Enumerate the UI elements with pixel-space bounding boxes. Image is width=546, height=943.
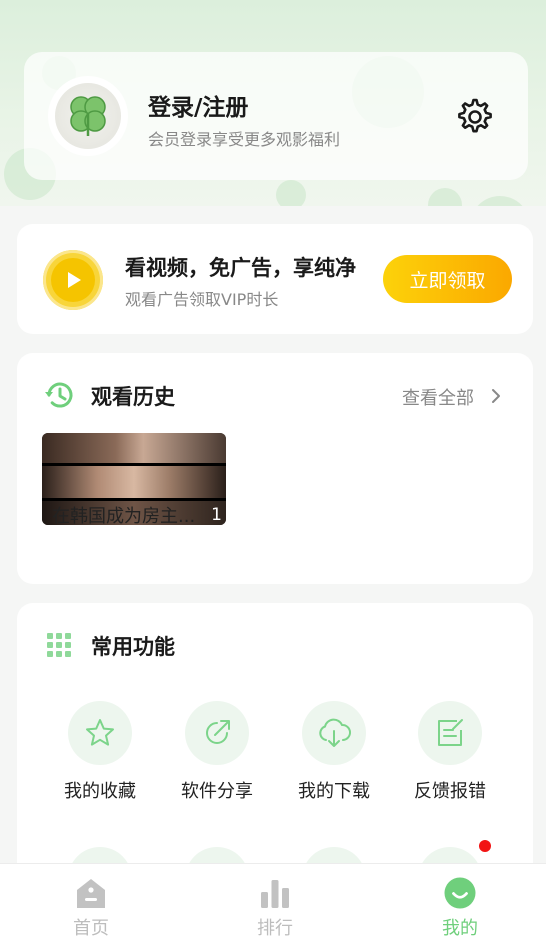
clover-icon [70, 96, 106, 136]
grid-icon [47, 633, 71, 657]
history-icon [45, 382, 73, 408]
tab-ranking-label: 排行 [257, 918, 293, 939]
tab-home-label: 首页 [73, 918, 109, 939]
vip-ad-card: 看视频，免广告，享纯净 观看广告领取VIP时长 立即领取 [17, 224, 533, 334]
feedback-button[interactable]: 反馈报错 [395, 701, 505, 803]
bottom-tab-bar: 首页 排行 我的 [0, 863, 546, 943]
gear-icon[interactable] [454, 96, 496, 138]
downloads-button[interactable]: 我的下载 [279, 701, 389, 803]
play-icon [43, 250, 103, 310]
cloud-download-icon [319, 718, 351, 747]
history-item-title[interactable]: 在韩国成为房主... [52, 502, 195, 528]
notification-dot [479, 840, 491, 852]
downloads-label: 我的下载 [298, 781, 370, 802]
home-icon [77, 879, 105, 908]
favorites-button[interactable]: 我的收藏 [45, 701, 155, 803]
share-icon [206, 720, 230, 744]
feedback-label: 反馈报错 [414, 781, 486, 802]
see-all-link[interactable]: 查看全部 [402, 384, 474, 410]
login-register-link[interactable]: 登录/注册 [148, 88, 248, 122]
watch-history-card: 观看历史 查看全部 1 在韩国成为房主... [17, 353, 533, 584]
chevron-right-icon[interactable] [490, 387, 502, 405]
smile-icon [444, 877, 476, 909]
share-app-button[interactable]: 软件分享 [162, 701, 272, 803]
share-app-label: 软件分享 [181, 781, 253, 802]
ad-subtitle: 观看广告领取VIP时长 [125, 290, 279, 309]
star-icon [86, 719, 114, 746]
tab-ranking[interactable]: 排行 [230, 876, 320, 940]
chart-icon [261, 880, 289, 908]
claim-button[interactable]: 立即领取 [383, 255, 512, 303]
avatar[interactable] [48, 76, 128, 156]
tab-home[interactable]: 首页 [46, 876, 136, 940]
profile-card[interactable]: 登录/注册 会员登录享受更多观影福利 [24, 52, 528, 180]
feedback-icon [438, 719, 463, 746]
functions-title: 常用功能 [91, 635, 175, 659]
tab-mine-label: 我的 [442, 918, 478, 939]
history-title: 观看历史 [91, 385, 175, 409]
common-functions-card: 常用功能 我的收藏 软件分享 我的下载 反馈报错 [17, 603, 533, 911]
ad-title: 看视频，免广告，享纯净 [125, 256, 356, 280]
favorites-label: 我的收藏 [64, 781, 136, 802]
login-subtitle: 会员登录享受更多观影福利 [148, 130, 341, 149]
tab-mine[interactable]: 我的 [415, 876, 505, 940]
episode-number: 1 [211, 505, 222, 525]
